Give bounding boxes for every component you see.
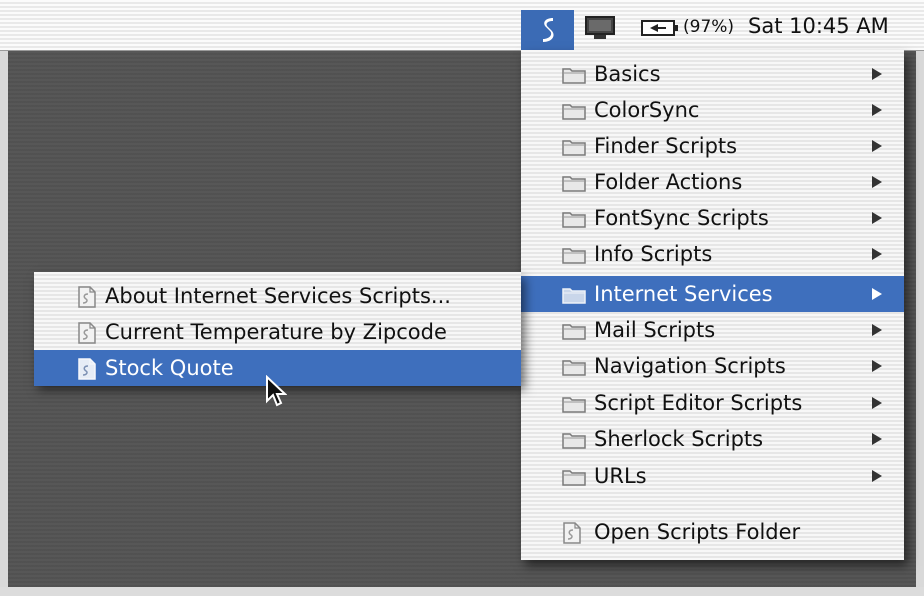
folder-icon	[562, 68, 586, 84]
menu-item-internet-services[interactable]: Internet Services	[521, 276, 904, 312]
menu-item-label: Script Editor Scripts	[594, 391, 803, 415]
menu-item-open-scripts-folder[interactable]: Open Scripts Folder	[521, 514, 904, 550]
submenu-arrow-icon	[872, 68, 882, 80]
script-document-icon	[78, 322, 96, 344]
submenu-arrow-icon	[872, 360, 882, 372]
window-edge-bottom	[0, 587, 924, 596]
menu-item-folder-actions[interactable]: Folder Actions	[521, 164, 904, 200]
menu-bar: (97%) Sat 10:45 AM	[0, 0, 924, 51]
menu-item-label: Mail Scripts	[594, 318, 716, 342]
menu-item-info-scripts[interactable]: Info Scripts	[521, 236, 904, 272]
menu-item-label: Finder Scripts	[594, 134, 738, 158]
menubar-clock[interactable]: Sat 10:45 AM	[748, 14, 889, 38]
menu-item-fontsync-scripts[interactable]: FontSync Scripts	[521, 200, 904, 236]
menu-item-finder-scripts[interactable]: Finder Scripts	[521, 128, 904, 164]
menu-item-label: Open Scripts Folder	[594, 520, 801, 544]
menu-item-basics[interactable]: Basics	[521, 56, 904, 92]
submenu-arrow-icon	[872, 212, 882, 224]
menu-item-label: Navigation Scripts	[594, 354, 786, 378]
script-document-icon	[563, 522, 581, 544]
submenu-arrow-icon	[872, 104, 882, 116]
folder-icon	[562, 212, 586, 228]
internet-services-submenu: About Internet Services Scripts... Curre…	[34, 272, 521, 386]
menu-item-label: FontSync Scripts	[594, 206, 769, 230]
menu-item-navigation-scripts[interactable]: Navigation Scripts	[521, 348, 904, 384]
battery-percent: (97%)	[683, 17, 735, 37]
menu-item-label: URLs	[594, 464, 647, 488]
folder-icon	[562, 324, 586, 340]
submenu-arrow-icon	[872, 324, 882, 336]
submenu-arrow-icon	[872, 470, 882, 482]
folder-icon	[562, 397, 586, 413]
window-edge-right	[916, 51, 924, 596]
menu-item-label: About Internet Services Scripts...	[105, 284, 451, 308]
mouse-cursor-icon	[266, 375, 287, 407]
battery-icon[interactable]	[640, 12, 680, 44]
menu-item-label: Stock Quote	[105, 356, 234, 380]
script-menu-button[interactable]	[521, 10, 574, 50]
folder-icon	[562, 433, 586, 449]
submenu-arrow-icon	[872, 433, 882, 445]
menu-item-colorsync[interactable]: ColorSync	[521, 92, 904, 128]
menu-item-urls[interactable]: URLs	[521, 458, 904, 494]
folder-icon	[562, 288, 586, 304]
menu-item-script-editor-scripts[interactable]: Script Editor Scripts	[521, 385, 904, 421]
menu-item-label: Info Scripts	[594, 242, 713, 266]
menu-item-label: Sherlock Scripts	[594, 427, 764, 451]
submenu-arrow-icon	[872, 176, 882, 188]
folder-icon	[562, 360, 586, 376]
scripts-menu: Basics ColorSync Finder Scripts Folder A…	[521, 50, 904, 560]
menu-item-label: ColorSync	[594, 98, 700, 122]
folder-icon	[562, 176, 586, 192]
menu-item-label: Folder Actions	[594, 170, 743, 194]
menu-item-label: Internet Services	[594, 282, 773, 306]
folder-icon	[562, 470, 586, 486]
folder-icon	[562, 248, 586, 264]
script-document-icon	[78, 286, 96, 308]
submenu-item-about[interactable]: About Internet Services Scripts...	[34, 278, 521, 314]
folder-icon	[562, 104, 586, 120]
submenu-arrow-icon	[872, 248, 882, 260]
script-document-icon	[78, 358, 96, 380]
menu-item-label: Current Temperature by Zipcode	[105, 320, 447, 344]
submenu-arrow-icon	[872, 288, 882, 300]
folder-icon	[562, 140, 586, 156]
menu-item-label: Basics	[594, 62, 661, 86]
submenu-arrow-icon	[872, 140, 882, 152]
submenu-item-current-temperature[interactable]: Current Temperature by Zipcode	[34, 314, 521, 350]
menu-item-sherlock-scripts[interactable]: Sherlock Scripts	[521, 421, 904, 457]
script-icon	[542, 18, 554, 42]
window-edge-left	[0, 51, 8, 596]
display-icon[interactable]	[584, 12, 616, 44]
menu-item-mail-scripts[interactable]: Mail Scripts	[521, 312, 904, 348]
submenu-arrow-icon	[872, 397, 882, 409]
